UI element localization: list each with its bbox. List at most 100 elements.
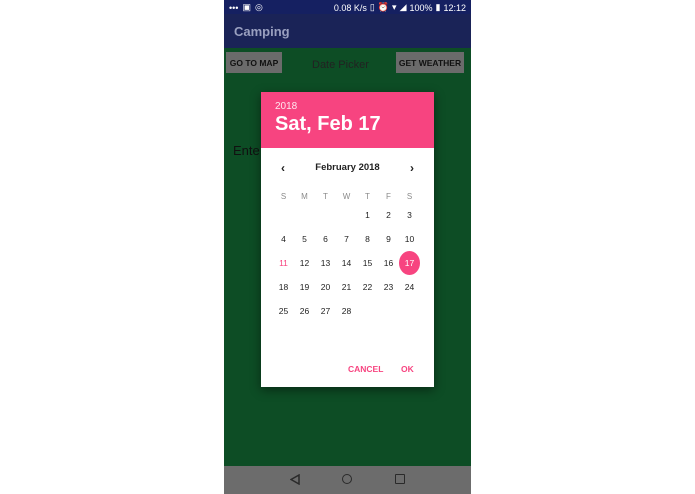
day-number: 7	[344, 234, 349, 244]
day-cell[interactable]: 19	[294, 275, 315, 299]
day-cell[interactable]: 14	[336, 251, 357, 275]
empty-day-cell	[336, 203, 357, 227]
calendar-week-row: 4 5 6 7 8 9 10	[273, 227, 420, 251]
day-number: 16	[383, 258, 394, 268]
weekday-label: M	[301, 191, 308, 201]
day-number: 23	[383, 282, 394, 292]
day-number: 24	[404, 282, 415, 292]
day-number: 27	[320, 306, 331, 316]
battery-icon: ▮	[435, 2, 441, 12]
get-weather-button[interactable]: GET WEATHER	[396, 52, 464, 73]
header-year[interactable]: 2018	[275, 101, 297, 112]
day-number: 19	[299, 282, 310, 292]
day-cell[interactable]: 8	[357, 227, 378, 251]
day-cell[interactable]: 1	[357, 203, 378, 227]
weekday-header-row: SMTWTFS	[273, 189, 420, 203]
day-number: 13	[320, 258, 331, 268]
weekday-label: S	[280, 191, 287, 201]
day-cell[interactable]: 5	[294, 227, 315, 251]
calendar-grid: S M T W T F S 1 2 3 4 5 6 7 8 9 10 11 12 13 14 15 16 17 18 19 20 21…	[273, 189, 420, 323]
weekday-label: F	[386, 191, 391, 201]
month-navigation: ‹ February 2018 ›	[261, 160, 434, 176]
day-number: 25	[278, 306, 289, 316]
day-cell[interactable]: 15	[357, 251, 378, 275]
calendar-week-row: 25 26 27 28	[273, 299, 420, 323]
empty-day-cell	[399, 299, 420, 323]
day-cell[interactable]: 2	[378, 203, 399, 227]
day-number: 22	[362, 282, 373, 292]
day-cell[interactable]: 25	[273, 299, 294, 323]
ok-button[interactable]: OK	[401, 364, 414, 374]
day-cell[interactable]: 26	[294, 299, 315, 323]
empty-day-cell	[315, 203, 336, 227]
sync-notification-icon: ◎	[254, 2, 263, 12]
date-picker-dialog: 2018 Sat, Feb 17 ‹ February 2018 › SMTWT…	[261, 92, 434, 387]
day-cell[interactable]: 7	[336, 227, 357, 251]
more-dots-icon: •••	[229, 2, 239, 13]
image-notification-icon: ▣	[242, 2, 251, 12]
day-cell[interactable]: 16	[378, 251, 399, 275]
empty-day-cell	[357, 299, 378, 323]
dialog-actions: CANCEL OK	[261, 362, 434, 378]
day-number: 4	[281, 234, 286, 244]
day-number: 6	[323, 234, 328, 244]
day-cell[interactable]: 28	[336, 299, 357, 323]
weekday-label: W	[342, 191, 351, 201]
recent-apps-icon[interactable]	[395, 474, 405, 484]
weekday-label: T	[323, 191, 328, 201]
navigation-bar	[224, 466, 471, 494]
day-number: 14	[341, 258, 352, 268]
cancel-button[interactable]: CANCEL	[348, 364, 383, 374]
empty-day-cell	[273, 203, 294, 227]
dialog-header: 2018 Sat, Feb 17	[261, 92, 434, 148]
day-number: 8	[365, 234, 370, 244]
date-picker-label: Date Picker	[312, 59, 369, 71]
weekday-label: T	[365, 191, 370, 201]
empty-day-cell	[294, 203, 315, 227]
day-number: 21	[341, 282, 352, 292]
day-cell[interactable]: 22	[357, 275, 378, 299]
day-cell[interactable]: 27	[315, 299, 336, 323]
day-cell[interactable]: 20	[315, 275, 336, 299]
back-icon[interactable]	[290, 474, 300, 485]
signal-icon: ◢	[399, 2, 407, 12]
day-cell[interactable]: 17	[399, 251, 420, 275]
status-bar: ••• ▣ ◎ 0.08 K/s ▯ ⏰ ▾ ◢ 100% ▮ 12:12	[224, 0, 471, 14]
day-number: 20	[320, 282, 331, 292]
day-cell[interactable]: 3	[399, 203, 420, 227]
day-number: 28	[341, 306, 352, 316]
calendar-week-row: 1 2 3	[273, 203, 420, 227]
day-number: 18	[278, 282, 289, 292]
wifi-icon: ▾	[392, 2, 397, 12]
empty-day-cell	[378, 299, 399, 323]
day-number: 2	[386, 210, 391, 220]
app-title: Camping	[234, 24, 290, 39]
day-cell[interactable]: 11	[273, 251, 294, 275]
day-cell[interactable]: 24	[399, 275, 420, 299]
day-number: 10	[404, 234, 415, 244]
app-bar: Camping	[224, 14, 471, 48]
day-cell[interactable]: 13	[315, 251, 336, 275]
day-cell[interactable]: 18	[273, 275, 294, 299]
selected-day: 17	[399, 251, 420, 275]
go-to-map-button[interactable]: GO TO MAP	[226, 52, 282, 73]
day-cell[interactable]: 23	[378, 275, 399, 299]
network-speed: 0.08 K/s	[333, 2, 367, 13]
header-selected-date[interactable]: Sat, Feb 17	[275, 113, 381, 136]
day-number: 1	[365, 210, 370, 220]
day-number: 12	[299, 258, 310, 268]
month-label: February 2018	[315, 162, 380, 173]
day-cell[interactable]: 9	[378, 227, 399, 251]
status-left: ••• ▣ ◎	[229, 2, 263, 13]
day-cell[interactable]: 4	[273, 227, 294, 251]
day-number: 9	[386, 234, 391, 244]
day-cell[interactable]: 12	[294, 251, 315, 275]
home-icon[interactable]	[342, 474, 352, 484]
calendar-week-row: 18 19 20 21 22 23 24	[273, 275, 420, 299]
day-number: 5	[302, 234, 307, 244]
day-cell[interactable]: 21	[336, 275, 357, 299]
day-cell[interactable]: 6	[315, 227, 336, 251]
status-time: 12:12	[443, 2, 466, 13]
day-cell[interactable]: 10	[399, 227, 420, 251]
chevron-right-icon[interactable]: ›	[410, 161, 414, 175]
